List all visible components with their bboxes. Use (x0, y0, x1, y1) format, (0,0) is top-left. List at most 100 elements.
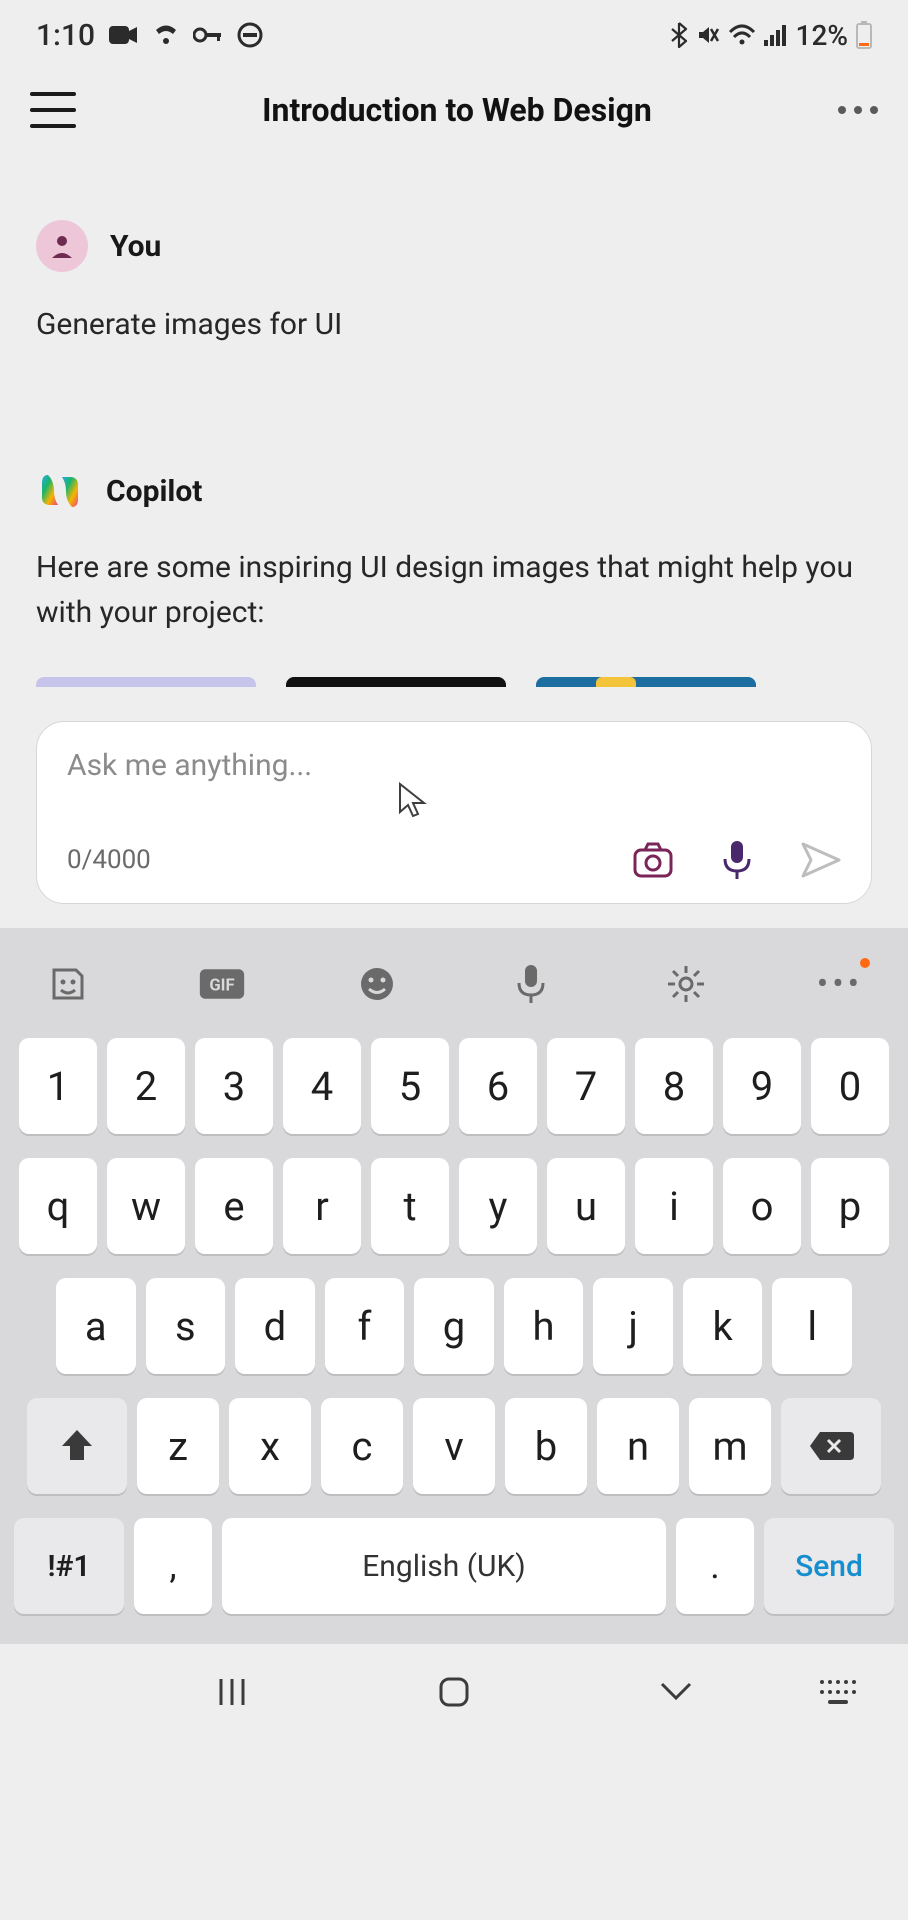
do-not-disturb-icon (237, 22, 263, 48)
bluetooth-icon (670, 22, 688, 48)
mute-icon (696, 23, 720, 47)
key-d[interactable]: d (235, 1278, 315, 1374)
key-n[interactable]: n (597, 1398, 679, 1494)
key-h[interactable]: h (504, 1278, 584, 1374)
key-9[interactable]: 9 (723, 1038, 801, 1134)
key-l[interactable]: l (772, 1278, 852, 1374)
key-p[interactable]: p (811, 1158, 889, 1254)
send-key[interactable]: Send (764, 1518, 894, 1614)
recents-button[interactable] (202, 1672, 262, 1712)
key-2[interactable]: 2 (107, 1038, 185, 1134)
keyboard-toolbar: GIF ••• (14, 948, 894, 1038)
sticker-icon[interactable] (44, 960, 92, 1008)
phone-icon (153, 24, 179, 46)
keyboard-row-qwerty: qwertyuiop (14, 1158, 894, 1254)
assistant-sender-label: Copilot (106, 474, 202, 509)
backspace-key[interactable] (781, 1398, 881, 1494)
status-left: 1:10 (36, 18, 263, 53)
key-j[interactable]: j (593, 1278, 673, 1374)
key-r[interactable]: r (283, 1158, 361, 1254)
send-icon[interactable] (801, 842, 841, 878)
image-thumbnail[interactable] (36, 677, 256, 687)
back-button[interactable] (646, 1672, 706, 1712)
chat-input-box[interactable]: Ask me anything... 0/4000 (36, 721, 872, 904)
gif-icon[interactable]: GIF (198, 960, 246, 1008)
camera-icon[interactable] (633, 842, 673, 878)
user-sender-label: You (110, 229, 161, 264)
home-button[interactable] (424, 1672, 484, 1712)
assistant-message-text: Here are some inspiring UI design images… (36, 545, 872, 635)
key-z[interactable]: z (137, 1398, 219, 1494)
key-8[interactable]: 8 (635, 1038, 713, 1134)
key-7[interactable]: 7 (547, 1038, 625, 1134)
image-thumbnails-row (36, 677, 872, 687)
char-counter: 0/4000 (67, 845, 151, 875)
battery-text: 12% (796, 19, 848, 52)
keyboard-row-zxcv: zxcvbnm (14, 1398, 894, 1494)
shift-key[interactable] (27, 1398, 127, 1494)
chat-input-placeholder: Ask me anything... (67, 748, 841, 783)
key-i[interactable]: i (635, 1158, 713, 1254)
key-g[interactable]: g (414, 1278, 494, 1374)
mouse-cursor-icon (398, 782, 428, 818)
wifi-icon (728, 24, 756, 46)
copilot-logo-icon (36, 467, 84, 515)
user-avatar-icon (36, 220, 88, 272)
voice-input-icon[interactable] (507, 960, 555, 1008)
svg-text:GIF: GIF (210, 976, 235, 995)
key-q[interactable]: q (19, 1158, 97, 1254)
key-w[interactable]: w (107, 1158, 185, 1254)
image-thumbnail[interactable] (536, 677, 756, 687)
comma-key[interactable]: , (134, 1518, 212, 1614)
space-key[interactable]: English (UK) (222, 1518, 666, 1614)
keyboard-settings-icon[interactable] (662, 960, 710, 1008)
keyboard-row-bottom: !#1 , English (UK) . Send (14, 1518, 894, 1614)
keyboard-row-numbers: 1234567890 (14, 1038, 894, 1134)
symbols-key[interactable]: !#1 (14, 1518, 124, 1614)
soft-keyboard: GIF ••• 1234567890 qwertyuiop asdfghjkl … (0, 928, 908, 1644)
microphone-icon[interactable] (721, 839, 753, 881)
status-right: 12% (670, 19, 872, 52)
key-3[interactable]: 3 (195, 1038, 273, 1134)
key-t[interactable]: t (371, 1158, 449, 1254)
key-a[interactable]: a (56, 1278, 136, 1374)
key-e[interactable]: e (195, 1158, 273, 1254)
key-k[interactable]: k (683, 1278, 763, 1374)
period-key[interactable]: . (676, 1518, 754, 1614)
key-f[interactable]: f (325, 1278, 405, 1374)
key-s[interactable]: s (146, 1278, 226, 1374)
key-1[interactable]: 1 (19, 1038, 97, 1134)
keyboard-switch-button[interactable] (808, 1672, 868, 1712)
status-time: 1:10 (36, 18, 95, 53)
key-5[interactable]: 5 (371, 1038, 449, 1134)
keyboard-row-asdf: asdfghjkl (14, 1278, 894, 1374)
battery-icon (856, 21, 872, 49)
more-options-button[interactable] (838, 106, 878, 114)
signal-icon (764, 24, 788, 46)
keyboard-more-icon[interactable]: ••• (816, 960, 864, 1008)
chat-thread: You Generate images for UI Copilot Here … (0, 150, 908, 697)
key-0[interactable]: 0 (811, 1038, 889, 1134)
user-message-text: Generate images for UI (36, 302, 872, 347)
key-x[interactable]: x (229, 1398, 311, 1494)
key-v[interactable]: v (413, 1398, 495, 1494)
menu-button[interactable] (30, 92, 76, 128)
image-thumbnail[interactable] (286, 677, 506, 687)
page-title: Introduction to Web Design (262, 91, 652, 129)
emoji-icon[interactable] (353, 960, 401, 1008)
assistant-message: Copilot Here are some inspiring UI desig… (36, 467, 872, 687)
key-4[interactable]: 4 (283, 1038, 361, 1134)
key-6[interactable]: 6 (459, 1038, 537, 1134)
key-o[interactable]: o (723, 1158, 801, 1254)
key-u[interactable]: u (547, 1158, 625, 1254)
user-message: You Generate images for UI (36, 220, 872, 347)
key-c[interactable]: c (321, 1398, 403, 1494)
vpn-key-icon (193, 27, 223, 43)
app-header: Introduction to Web Design (0, 70, 908, 150)
key-m[interactable]: m (689, 1398, 771, 1494)
android-status-bar: 1:10 12% (0, 0, 908, 70)
key-b[interactable]: b (505, 1398, 587, 1494)
android-nav-bar (0, 1644, 908, 1740)
key-y[interactable]: y (459, 1158, 537, 1254)
video-record-icon (109, 24, 139, 46)
